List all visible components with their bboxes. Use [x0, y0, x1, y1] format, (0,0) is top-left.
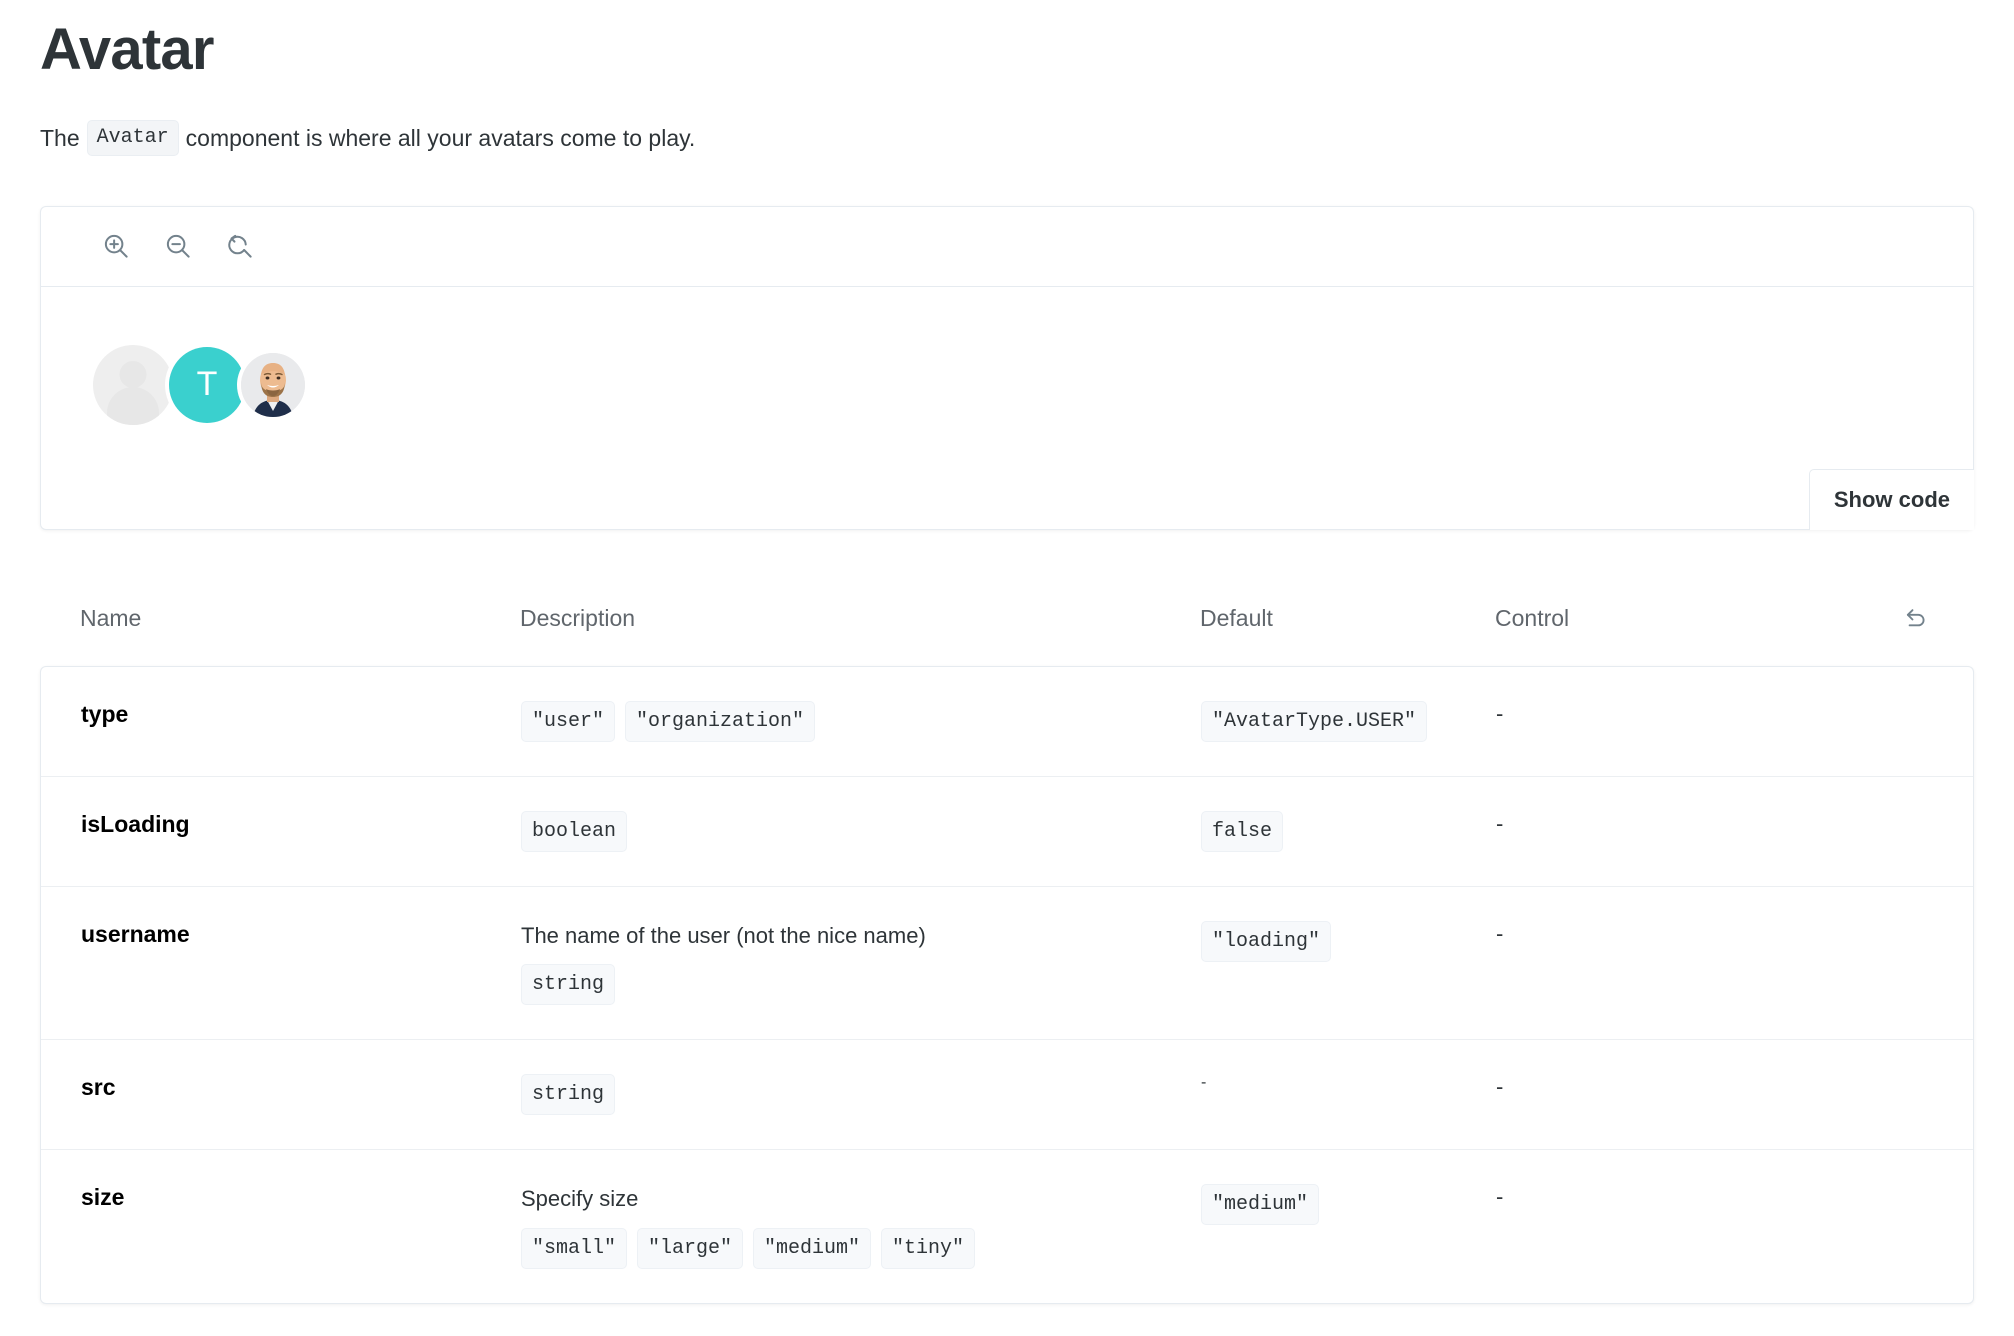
- page-intro-after: component is where all your avatars come…: [185, 124, 696, 151]
- zoom-out-icon: [163, 231, 193, 261]
- avatar-photo-illustration: [241, 352, 305, 417]
- arg-type-chip: "user": [521, 700, 616, 742]
- arg-type-chip: "organization": [625, 700, 816, 742]
- arg-name: type: [81, 700, 129, 727]
- args-table-body: type "user" "organization" "AvatarType.USER…: [40, 665, 1974, 1305]
- arg-type-chip: boolean: [521, 810, 628, 852]
- args-header-row: Name Description Default Control: [40, 602, 1974, 666]
- arg-description: The name of the user (not the nice name)…: [521, 921, 1201, 1006]
- reset-controls-button[interactable]: [1902, 602, 1930, 633]
- arg-control[interactable]: -: [1496, 701, 1826, 727]
- zoom-in-button[interactable]: [93, 223, 139, 269]
- arg-type-chip: "large": [637, 1228, 744, 1270]
- table-row: src string - -: [41, 1039, 1973, 1149]
- arg-default: "medium": [1201, 1184, 1496, 1226]
- args-table: Name Description Default Control: [40, 602, 1974, 666]
- arg-name: username: [81, 920, 190, 947]
- inline-code-avatar: Avatar: [86, 119, 179, 156]
- arg-default: false: [1201, 810, 1496, 852]
- column-header-name: Name: [80, 605, 142, 632]
- arg-name: isLoading: [81, 810, 190, 837]
- zoom-reset-icon: [225, 231, 255, 261]
- args-table-head: Name Description Default Control: [40, 602, 1974, 666]
- column-header-description: Description: [520, 605, 636, 632]
- arg-type-chip-list: string: [521, 964, 1185, 1006]
- arg-control[interactable]: -: [1496, 1074, 1826, 1100]
- column-header-reset: [1825, 602, 1974, 666]
- column-header-control: Control: [1495, 605, 1570, 632]
- arg-type-chip: "medium": [753, 1228, 872, 1270]
- zoom-in-icon: [101, 231, 131, 261]
- table-row: isLoading boolean false -: [41, 775, 1973, 886]
- preview-toolbar: [41, 207, 1973, 287]
- storybook-docs-page: Avatar The Avatar component is where all…: [0, 0, 2014, 1336]
- story-canvas: T Show code: [41, 287, 1974, 530]
- arg-type-chip-list: "small" "large" "medium" "tiny": [521, 1228, 1185, 1270]
- table-row: username The name of the user (not the ni…: [41, 885, 1973, 1040]
- arg-description: string: [521, 1074, 1201, 1116]
- avatar-initial: T: [169, 346, 245, 423]
- column-header-default: Default: [1200, 605, 1273, 632]
- arg-name: size: [81, 1184, 125, 1211]
- arg-description-text: The name of the user (not the nice name): [521, 922, 926, 948]
- arg-default-chip: false: [1201, 810, 1284, 852]
- arg-default-chip: "medium": [1201, 1184, 1320, 1226]
- arg-default: "loading": [1201, 920, 1496, 962]
- arg-type-chip: string: [521, 1074, 616, 1116]
- avatar-placeholder: [93, 344, 173, 425]
- table-row: type "user" "organization" "AvatarType.USER…: [41, 667, 1973, 776]
- arg-type-chip-list: boolean: [521, 810, 1185, 852]
- arg-type-chip: "tiny": [881, 1228, 976, 1270]
- arg-description: Specify size "small" "large" "medium" "tiny": [521, 1184, 1201, 1270]
- arg-control[interactable]: -: [1496, 1184, 1826, 1210]
- arg-default: -: [1201, 1074, 1496, 1092]
- table-row: size Specify size "small" "large" "medium" "t…: [41, 1149, 1973, 1303]
- arg-type-chip-list: string: [521, 1074, 1185, 1116]
- show-code-button[interactable]: Show code: [1808, 468, 1974, 530]
- arg-default: "AvatarType.USER": [1201, 700, 1496, 742]
- arg-default-empty: -: [1201, 1074, 1207, 1092]
- arg-description-text: Specify size: [521, 1186, 639, 1212]
- arg-description: boolean: [521, 810, 1201, 852]
- placeholder-head-shape: [119, 360, 147, 388]
- zoom-reset-button[interactable]: [217, 223, 263, 269]
- arg-type-chip: "small": [521, 1228, 628, 1270]
- story-preview-card: T Show code: [40, 205, 1974, 530]
- arg-control[interactable]: -: [1496, 921, 1826, 947]
- args-table-section: Name Description Default Control type "u…: [40, 602, 1974, 1305]
- page-title: Avatar: [40, 17, 214, 82]
- arg-default-chip: "loading": [1201, 920, 1332, 962]
- avatar-initial-letter: T: [196, 365, 218, 404]
- zoom-out-button[interactable]: [155, 223, 201, 269]
- arg-name: src: [81, 1074, 116, 1101]
- arg-default-chip: "AvatarType.USER": [1201, 700, 1428, 742]
- placeholder-body-shape: [107, 387, 159, 425]
- avatar-group: T: [93, 344, 1921, 425]
- undo-reset-icon: [1902, 602, 1930, 633]
- arg-type-chip: string: [521, 964, 616, 1006]
- page-intro-before: The: [40, 124, 80, 151]
- arg-description: "user" "organization": [521, 700, 1201, 742]
- arg-type-chip-list: "user" "organization": [521, 700, 1185, 742]
- arg-control[interactable]: -: [1496, 811, 1826, 837]
- avatar-photo: [241, 352, 305, 417]
- page-intro: The Avatar component is where all your a…: [40, 119, 1974, 156]
